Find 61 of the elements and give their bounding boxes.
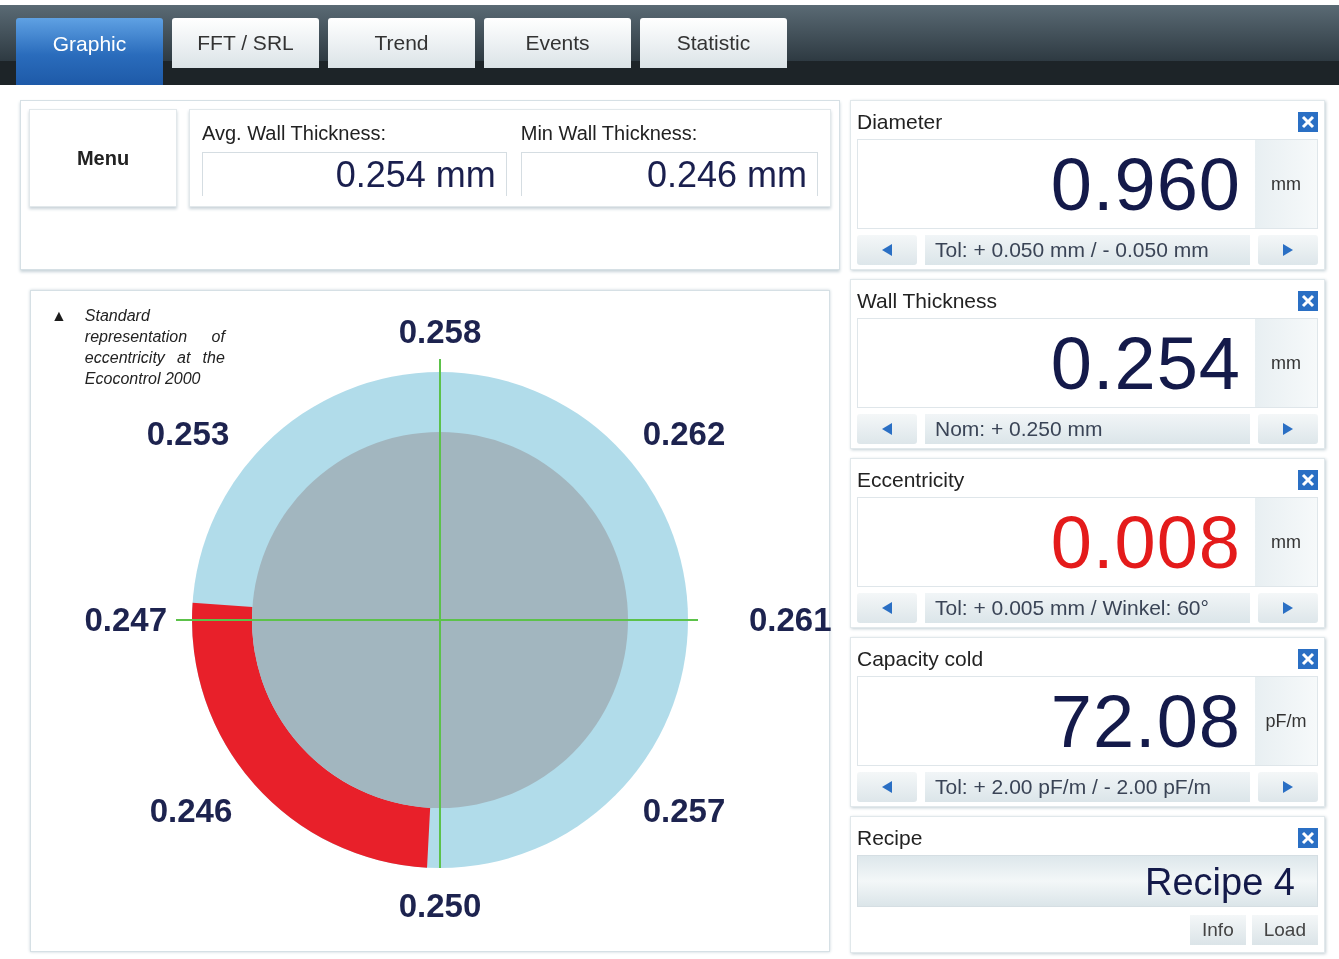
tolerance-field: Tol: + 0.050 mm / - 0.050 mm	[925, 235, 1250, 265]
reading-label: 0.257	[642, 792, 726, 829]
tab[interactable]: FFT / SRL	[172, 18, 319, 68]
card-title: Capacity cold	[857, 646, 984, 673]
unit-label: mm	[1255, 319, 1317, 407]
tolerance-field: Nom: + 0.250 mm	[925, 414, 1250, 444]
card-title: Recipe	[857, 825, 923, 852]
reading-label: 0.250	[398, 887, 482, 924]
menu-button[interactable]: Menu	[29, 109, 177, 207]
close-icon[interactable]	[1298, 291, 1318, 311]
readout-label: Avg. Wall Thickness:	[202, 121, 388, 146]
recipe-button[interactable]: Load	[1251, 915, 1318, 945]
close-icon[interactable]	[1298, 828, 1318, 848]
tab[interactable]: Events	[484, 18, 631, 68]
tab[interactable]: Graphic	[16, 18, 163, 85]
right-arrow-icon	[1283, 423, 1293, 435]
previous-button[interactable]	[857, 593, 917, 623]
reading-label: 0.258	[398, 313, 482, 350]
readout-value: 0.254 mm	[202, 152, 507, 196]
diagram-note: Standard representation of eccentricity at the Ecocontrol 2000	[84, 306, 225, 389]
card-title: Eccentricity	[857, 467, 965, 494]
left-arrow-icon	[882, 602, 892, 614]
recipe-value: Recipe 4	[857, 855, 1318, 907]
measurement-value: 0.008	[1049, 500, 1242, 586]
measurement-value: 0.254	[1049, 321, 1242, 407]
tolerance-field: Tol: + 0.005 mm / Winkel: 60°	[925, 593, 1250, 623]
left-arrow-icon	[882, 244, 892, 256]
previous-button[interactable]	[857, 414, 917, 444]
note-marker: ▲	[51, 306, 67, 326]
left-arrow-icon	[882, 781, 892, 793]
right-arrow-icon	[1283, 244, 1293, 256]
previous-button[interactable]	[857, 772, 917, 802]
readout-label: Min Wall Thickness:	[520, 121, 699, 146]
right-arrow-icon	[1283, 781, 1293, 793]
reading-label: 0.247	[84, 601, 167, 638]
recipe-button[interactable]: Info	[1190, 915, 1246, 945]
close-icon[interactable]	[1298, 112, 1318, 132]
reading-label: 0.253	[146, 415, 230, 452]
previous-button[interactable]	[857, 235, 917, 265]
measurement-value: 0.960	[1049, 142, 1242, 228]
card-title: Wall Thickness	[857, 288, 998, 315]
next-button[interactable]	[1258, 235, 1318, 265]
next-button[interactable]	[1258, 593, 1318, 623]
tolerance-field: Tol: + 2.00 pF/m / - 2.00 pF/m	[925, 772, 1250, 802]
unit-label: mm	[1255, 140, 1317, 228]
close-icon[interactable]	[1298, 649, 1318, 669]
measurement-value: 72.08	[1049, 679, 1242, 765]
unit-label: mm	[1255, 498, 1317, 586]
close-icon[interactable]	[1298, 470, 1318, 490]
right-arrow-icon	[1283, 602, 1293, 614]
reading-label: 0.262	[642, 415, 726, 452]
reading-label: 0.246	[149, 792, 233, 829]
unit-label: pF/m	[1255, 677, 1317, 765]
tab[interactable]: Trend	[328, 18, 475, 68]
reading-label: 0.261	[749, 601, 831, 638]
card-title: Diameter	[857, 109, 943, 136]
next-button[interactable]	[1258, 772, 1318, 802]
next-button[interactable]	[1258, 414, 1318, 444]
left-arrow-icon	[882, 423, 892, 435]
tab[interactable]: Statistic	[640, 18, 787, 68]
readout-value: 0.246 mm	[520, 152, 818, 196]
